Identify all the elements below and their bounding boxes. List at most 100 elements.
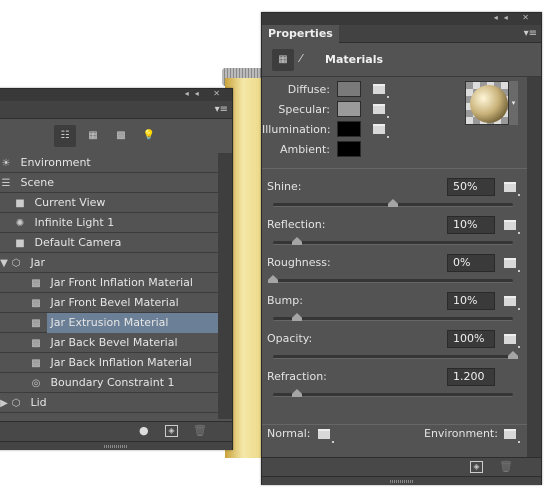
slider-track[interactable]: [273, 313, 513, 321]
normal-folder-icon[interactable]: [318, 429, 334, 443]
slider-value-input[interactable]: 1.200: [447, 368, 495, 386]
tab-row: ▾≡: [0, 101, 232, 119]
material-picker-dropdown[interactable]: ▾: [509, 81, 518, 125]
divider: [262, 168, 527, 169]
slider-track[interactable]: [273, 351, 518, 359]
environment-folder-icon[interactable]: [504, 429, 520, 443]
tree-item-label: Jar Extrusion Material: [46, 313, 222, 333]
collapse-close-controls[interactable]: ◂◂ ✕: [494, 13, 535, 22]
resize-grip[interactable]: [0, 441, 232, 450]
color-swatch[interactable]: [337, 121, 361, 137]
tab-row: Properties ▾≡: [262, 25, 541, 43]
mesh-filter-icon[interactable]: ▦: [82, 125, 104, 147]
render-icon[interactable]: ◈: [470, 461, 483, 473]
tree-item-label: Jar Front Inflation Material: [50, 276, 193, 289]
divider: [262, 424, 527, 425]
expanded-arrow-icon[interactable]: ▼: [0, 254, 9, 274]
slider-value-input[interactable]: 0%: [447, 254, 495, 272]
tree-item[interactable]: ▼ ⬡ Jar: [0, 253, 218, 273]
resize-grip[interactable]: [262, 476, 541, 485]
tree-item[interactable]: ▶ ⬡ Lid: [0, 393, 218, 413]
material-filter-icon[interactable]: ▩: [110, 125, 132, 147]
panel-menu-icon[interactable]: ▾≡: [524, 28, 537, 39]
color-label: Specular:: [278, 103, 330, 116]
slider-thumb[interactable]: [292, 313, 302, 321]
tree-item[interactable]: ✺ Infinite Light 1: [0, 213, 218, 233]
slider-value-input[interactable]: 10%: [447, 292, 495, 310]
texture-folder-icon[interactable]: [504, 296, 520, 310]
tree-item-label: Jar: [30, 256, 46, 269]
slider-thumb[interactable]: [292, 389, 302, 397]
tree-item[interactable]: ◎ Boundary Constraint 1: [0, 373, 218, 393]
slider-thumb[interactable]: [388, 199, 398, 207]
slider-thumb[interactable]: [268, 275, 278, 283]
slider-label: Opacity:: [267, 332, 313, 345]
slider-label: Bump:: [267, 294, 303, 307]
texture-folder-icon[interactable]: [504, 334, 520, 348]
scrollbar[interactable]: [218, 153, 232, 419]
tree-item[interactable]: ▩ Jar Back Bevel Material: [0, 333, 218, 353]
tab-properties[interactable]: Properties: [262, 25, 339, 43]
texture-folder-icon[interactable]: [504, 258, 520, 272]
slider-label: Roughness:: [267, 256, 331, 269]
slider-value-input[interactable]: 10%: [447, 216, 495, 234]
slider-label: Reflection:: [267, 218, 326, 231]
slider-track[interactable]: [273, 389, 513, 397]
slider-thumb[interactable]: [508, 351, 518, 359]
texture-folder-icon[interactable]: [373, 104, 389, 118]
tree-item-label: Scene: [20, 176, 55, 189]
scene-icon: ☰: [1, 178, 11, 189]
slider-track[interactable]: [273, 237, 513, 245]
delete-icon[interactable]: 🗑: [193, 424, 207, 437]
texture-folder-icon[interactable]: [504, 182, 520, 196]
tree-item[interactable]: ☰ Scene: [0, 173, 218, 193]
collapsed-arrow-icon[interactable]: ▶: [0, 394, 9, 414]
scrollbar[interactable]: [527, 77, 541, 457]
color-swatch[interactable]: [337, 141, 361, 157]
color-swatch[interactable]: [337, 81, 361, 97]
material-preview[interactable]: [465, 81, 509, 125]
material-icon: ▩: [31, 358, 41, 369]
slider-thumb[interactable]: [292, 237, 302, 245]
tree-item[interactable]: ■ Default Camera: [0, 233, 218, 253]
slider-track[interactable]: [268, 275, 513, 283]
color-swatch[interactable]: [337, 101, 361, 117]
normal-label: Normal:: [267, 427, 311, 440]
slider-value-input[interactable]: 50%: [447, 178, 495, 196]
slider-label: Shine:: [267, 180, 302, 193]
panel-title-bar[interactable]: ◂◂ ✕: [262, 13, 541, 25]
environment-label: Environment:: [424, 427, 498, 440]
slider-track[interactable]: [273, 199, 513, 207]
mesh-icon: ⬡: [11, 258, 21, 269]
tree-item-label: Jar Front Bevel Material: [50, 296, 179, 309]
tree-item[interactable]: ▩ Jar Front Bevel Material: [0, 293, 218, 313]
collapse-close-controls[interactable]: ◂◂ ✕: [185, 89, 226, 98]
scene-filter-icon[interactable]: ☷: [54, 125, 76, 147]
tree-item-label: Default Camera: [34, 236, 122, 249]
delete-icon[interactable]: 🗑: [499, 460, 513, 473]
light-filter-icon[interactable]: 💡: [138, 125, 160, 147]
add-light-icon[interactable]: ●: [139, 424, 149, 437]
texture-folder-icon[interactable]: [504, 220, 520, 234]
slider-label: Refraction:: [267, 370, 327, 383]
texture-folder-icon[interactable]: [373, 124, 389, 138]
tree-item[interactable]: ☀ Environment: [0, 153, 218, 173]
3d-scene-panel: ◂◂ ✕ ▾≡ ☷ ▦ ▩ 💡 ☀ Environment ☰ Scene ■ Curre…: [0, 88, 233, 450]
mesh-icon: ⬡: [11, 398, 21, 409]
tree-item[interactable]: ▩ Jar Extrusion Material: [0, 313, 222, 333]
color-label: Ambient:: [279, 143, 330, 156]
slider-value-input[interactable]: 100%: [447, 330, 495, 348]
render-icon[interactable]: ◈: [165, 425, 178, 437]
material-mode-icon[interactable]: ▦: [272, 49, 294, 71]
tree-item[interactable]: ■ Current View: [0, 193, 218, 213]
section-title: Materials: [325, 53, 384, 66]
texture-folder-icon[interactable]: [373, 84, 389, 98]
camera-icon: ■: [15, 198, 25, 209]
color-label: Illumination:: [262, 123, 331, 136]
material-icon: ▩: [31, 338, 41, 349]
panel-title-bar[interactable]: ◂◂ ✕: [0, 89, 232, 101]
brush-icon[interactable]: ⁄: [300, 52, 302, 65]
panel-menu-icon[interactable]: ▾≡: [215, 104, 228, 115]
tree-item[interactable]: ▩ Jar Back Inflation Material: [0, 353, 218, 373]
tree-item[interactable]: ▩ Jar Front Inflation Material: [0, 273, 218, 293]
